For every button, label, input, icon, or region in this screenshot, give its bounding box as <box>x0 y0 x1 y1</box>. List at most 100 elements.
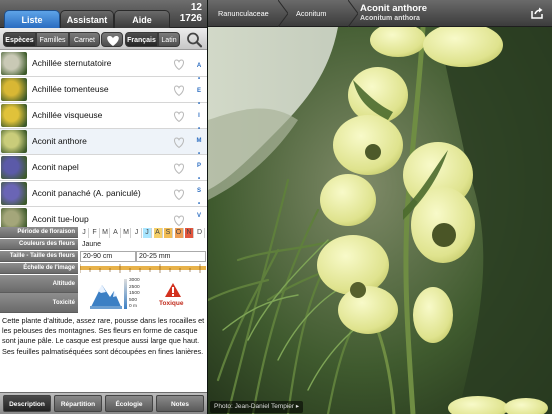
toxicity-label: Toxicité <box>0 293 78 313</box>
heart-icon[interactable] <box>172 161 186 175</box>
favorites-filter-button[interactable] <box>101 32 123 47</box>
breadcrumb-genus[interactable]: Aconitum <box>296 0 326 27</box>
species-photo[interactable] <box>208 0 552 414</box>
species-thumbnail <box>1 104 27 127</box>
photo-credit[interactable]: Photo: Jean-Daniel Tempier ▸ <box>210 401 304 413</box>
alphabet-index-letter[interactable]: S <box>192 188 206 194</box>
species-row[interactable]: Achillée sternutatoire <box>0 51 207 77</box>
flowering-month: N <box>185 228 194 238</box>
filter-familles-button[interactable]: Familles <box>36 32 69 47</box>
tab-assistant[interactable]: Assistant <box>60 10 114 28</box>
detail-tab-1[interactable]: Répartition <box>54 395 102 412</box>
species-title: Aconit anthore <box>360 3 428 14</box>
flowering-month: J <box>143 228 152 238</box>
breadcrumb-family[interactable]: Ranunculaceae <box>218 0 269 27</box>
flower-color-value: Jaune <box>82 241 102 248</box>
species-row[interactable]: Aconit panaché (A. paniculé) <box>0 181 207 207</box>
search-button[interactable] <box>185 31 204 48</box>
heart-icon[interactable] <box>172 57 186 71</box>
flowering-month: M <box>101 228 110 238</box>
alphabet-index-letter[interactable]: • <box>192 151 206 157</box>
detail-tab-2[interactable]: Écologie <box>105 395 153 412</box>
tab-aide[interactable]: Aide <box>114 10 170 28</box>
alphabet-index-letter[interactable]: I <box>192 113 206 119</box>
flowering-month: F <box>91 228 100 238</box>
heart-icon[interactable] <box>172 83 186 97</box>
species-name: Aconit panaché (A. paniculé) <box>32 188 141 198</box>
filter-especes-button[interactable]: Espèces <box>3 32 36 47</box>
flowering-month: A <box>153 228 163 238</box>
alphabet-index-letter[interactable]: • <box>192 176 206 182</box>
flowering-month: O <box>174 228 184 238</box>
heart-icon[interactable] <box>172 187 186 201</box>
alphabet-index-letter[interactable]: M <box>192 138 206 144</box>
heart-icon <box>107 36 119 46</box>
plant-size-value: 20-90 cm <box>83 253 113 260</box>
flowering-month: J <box>133 228 142 238</box>
species-panel: Liste Assistant Aide 12 1726 Espèces Fam… <box>0 0 207 414</box>
flowering-month: D <box>196 228 205 238</box>
chevron-right-icon <box>278 0 288 27</box>
flowering-label: Période de floraison <box>0 227 78 238</box>
species-row[interactable]: Aconit napel <box>0 155 207 181</box>
plant-size-cell: 20-90 cm <box>80 251 136 262</box>
language-latin-button[interactable]: Latin <box>158 32 180 47</box>
species-thumbnail <box>1 208 27 227</box>
filter-bar: Espèces Familles Carnet Français Latin <box>0 28 207 50</box>
main-tab-bar: Liste Assistant Aide 12 1726 <box>0 0 207 28</box>
alphabet-index-letter[interactable]: • <box>192 201 206 207</box>
species-name: Achillée tomenteuse <box>32 84 109 94</box>
alphabet-index[interactable]: A • E • I • M • P • S • V <box>192 51 206 227</box>
image-scale-ruler <box>80 264 206 273</box>
filter-carnet-button[interactable]: Carnet <box>69 32 100 47</box>
altitude-gauge <box>124 279 127 309</box>
species-name: Aconit tue-loup <box>32 214 89 224</box>
species-row[interactable]: Achillée tomenteuse <box>0 77 207 103</box>
counter-top: 12 <box>190 2 202 13</box>
species-thumbnail <box>1 156 27 179</box>
altitude-tick: 1500 <box>129 291 140 296</box>
alphabet-index-letter[interactable]: • <box>192 101 206 107</box>
alphabet-index-letter[interactable]: V <box>192 213 206 219</box>
species-latin-name: Aconitum anthora <box>360 15 420 22</box>
size-label: Taille - Taille des fleurs <box>0 251 78 262</box>
altitude-ticks: 3000 2500 1500 500 0 m <box>129 278 149 310</box>
alphabet-index-letter[interactable]: • <box>192 76 206 82</box>
language-francais-button[interactable]: Français <box>125 32 158 47</box>
alphabet-index-letter[interactable]: P <box>192 163 206 169</box>
flowering-month: S <box>164 228 173 238</box>
share-button[interactable] <box>530 6 544 20</box>
alphabet-index-letter[interactable]: E <box>192 88 206 94</box>
species-list: Achillée sternutatoire Achillée tomenteus… <box>0 51 207 227</box>
species-thumbnail <box>1 130 27 153</box>
tab-liste[interactable]: Liste <box>4 10 60 28</box>
breadcrumb: Ranunculaceae Aconitum Aconit anthore Ac… <box>208 0 552 27</box>
flower-color-label: Couleurs des fleurs <box>0 239 78 250</box>
mountain-icon <box>90 285 122 309</box>
share-icon <box>531 7 543 19</box>
species-row[interactable]: Aconit anthore <box>0 129 207 155</box>
species-description: Cette plante d'altitude, assez rare, pou… <box>2 316 205 356</box>
toxicity-value: Toxique <box>159 300 184 307</box>
heart-icon[interactable] <box>172 213 186 227</box>
warning-icon <box>165 283 181 297</box>
species-name: Achillée visqueuse <box>32 110 103 120</box>
detail-tab-0[interactable]: Description <box>3 395 51 412</box>
species-thumbnail <box>1 52 27 75</box>
scale-label: Échelle de l'image <box>0 263 78 274</box>
heart-icon[interactable] <box>172 135 186 149</box>
alphabet-index-letter[interactable]: • <box>192 126 206 132</box>
species-thumbnail <box>1 78 27 101</box>
photo-panel: Ranunculaceae Aconitum Aconit anthore Ac… <box>208 0 552 414</box>
altitude-tick: 0 m <box>129 304 137 309</box>
detail-tab-bar: Description Répartition Écologie Notes <box>0 392 207 414</box>
species-name: Aconit napel <box>32 162 79 172</box>
species-row[interactable]: Achillée visqueuse <box>0 103 207 129</box>
counter-total: 1726 <box>179 13 202 24</box>
heart-icon[interactable] <box>172 109 186 123</box>
attributes-table: Période de floraison JFMAMJJASOND Couleu… <box>0 227 207 314</box>
altitude-label: Altitude <box>0 275 78 293</box>
species-row[interactable]: Aconit tue-loup <box>0 207 207 227</box>
detail-tab-3[interactable]: Notes <box>156 395 204 412</box>
alphabet-index-letter[interactable]: A <box>192 63 206 69</box>
